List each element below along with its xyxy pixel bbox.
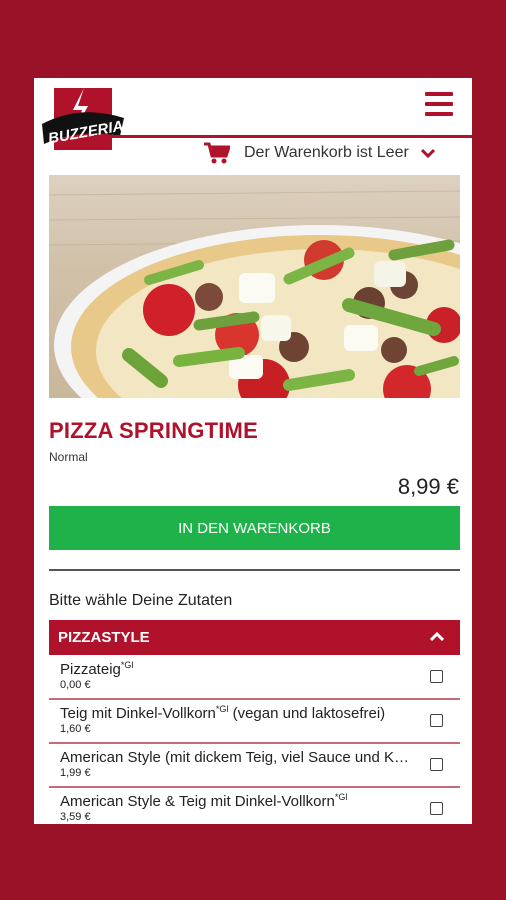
cart-status-text: Der Warenkorb ist Leer bbox=[244, 144, 409, 161]
cart-dropdown[interactable]: Der Warenkorb ist Leer bbox=[204, 140, 464, 166]
add-to-cart-button[interactable]: IN DEN WARENKORB bbox=[49, 506, 460, 550]
section-header-pizzastyle[interactable]: PIZZASTYLE bbox=[49, 620, 460, 655]
option-checkbox[interactable] bbox=[430, 714, 443, 727]
option-row[interactable]: Pizzateig*Gl 0,00 € bbox=[49, 656, 460, 700]
cart-icon bbox=[204, 142, 230, 164]
menu-icon[interactable] bbox=[425, 92, 453, 118]
header-divider bbox=[94, 135, 472, 138]
product-title: PIZZA SPRINGTIME bbox=[49, 418, 258, 443]
chevron-down-icon bbox=[420, 148, 435, 158]
option-name: American Style (mit dickem Teig, viel Sa… bbox=[60, 749, 410, 766]
divider bbox=[49, 569, 460, 571]
product-price: 8,99 € bbox=[397, 474, 459, 499]
option-checkbox[interactable] bbox=[430, 802, 443, 815]
section-title: PIZZASTYLE bbox=[58, 629, 150, 646]
option-price: 1,60 € bbox=[60, 723, 91, 735]
product-image bbox=[49, 175, 460, 398]
option-checkbox[interactable] bbox=[430, 758, 443, 771]
option-checkbox[interactable] bbox=[430, 670, 443, 683]
option-name: Teig mit Dinkel-Vollkorn*Gl (vegan und l… bbox=[60, 704, 386, 722]
chevron-up-icon bbox=[430, 632, 444, 642]
option-price: 1,99 € bbox=[60, 767, 91, 779]
ingredients-prompt: Bitte wähle Deine Zutaten bbox=[49, 592, 233, 609]
option-name: American Style & Teig mit Dinkel-Vollkor… bbox=[60, 792, 348, 810]
option-row[interactable]: American Style & Teig mit Dinkel-Vollkor… bbox=[49, 788, 460, 824]
buzzeria-logo[interactable]: BUZZERIA bbox=[40, 84, 126, 156]
option-price: 0,00 € bbox=[60, 679, 91, 691]
option-row[interactable]: Teig mit Dinkel-Vollkorn*Gl (vegan und l… bbox=[49, 700, 460, 744]
app-card: BUZZERIA Der Warenkorb ist Leer PIZZA SP… bbox=[34, 78, 472, 824]
option-name: Pizzateig*Gl bbox=[60, 660, 134, 678]
header: BUZZERIA bbox=[34, 78, 472, 150]
option-price: 3,59 € bbox=[60, 811, 91, 823]
option-row[interactable]: American Style (mit dickem Teig, viel Sa… bbox=[49, 744, 460, 788]
product-size: Normal bbox=[49, 450, 88, 464]
